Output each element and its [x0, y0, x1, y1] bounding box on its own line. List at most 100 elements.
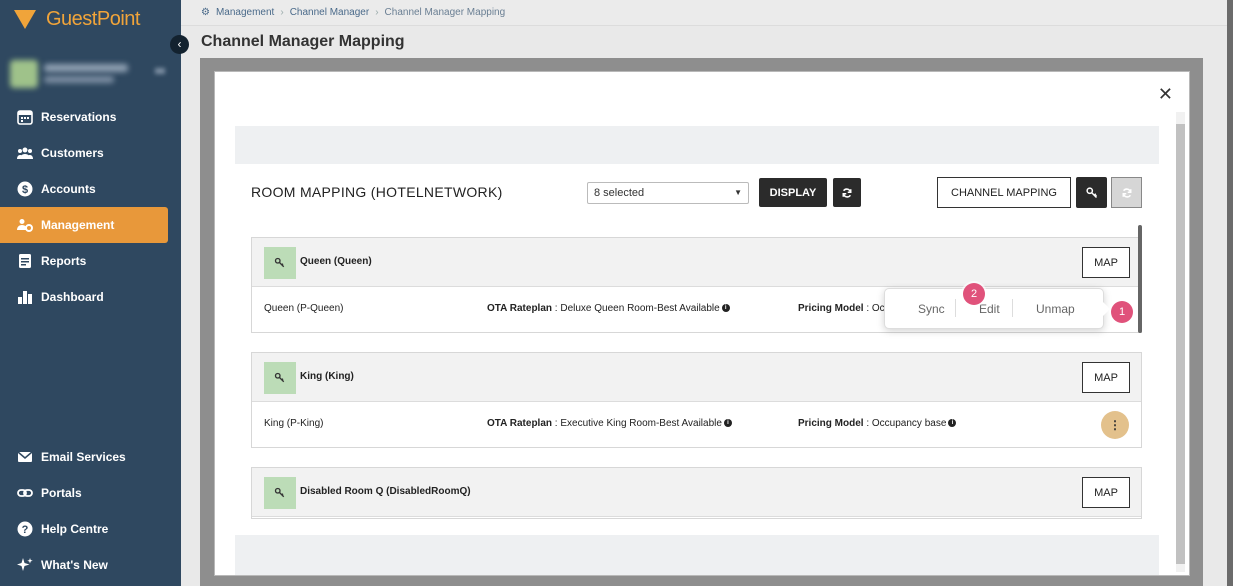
room-mapping-title: ROOM MAPPING (HOTELNETWORK) — [251, 184, 503, 200]
more-options-button[interactable]: ⋮ — [1101, 411, 1129, 439]
sidebar-item-label: Dashboard — [41, 290, 104, 304]
refresh-icon — [842, 187, 852, 198]
sidebar-item-label: Reservations — [41, 110, 117, 124]
close-icon[interactable]: ✕ — [1158, 84, 1173, 105]
sidebar: GuestPoint Reservations Customers $ Acco… — [0, 0, 181, 586]
user-name-blurred — [44, 64, 128, 72]
sidebar-item-whats-new[interactable]: What's New — [0, 547, 181, 583]
sidebar-item-customers[interactable]: Customers — [0, 135, 181, 171]
room-card: King (King) MAP King (P-King) OTA Ratepl… — [251, 352, 1142, 448]
map-button[interactable]: MAP — [1082, 362, 1130, 393]
room-name: Queen (Queen) — [300, 256, 372, 267]
sidebar-item-label: Email Services — [41, 450, 126, 464]
svg-text:?: ? — [22, 524, 29, 536]
refresh-button[interactable] — [833, 178, 861, 207]
kebab-icon: ⋮ — [1109, 418, 1121, 432]
unmap-option[interactable]: Unmap — [1036, 302, 1075, 316]
modal-scrollbar-thumb[interactable] — [1176, 124, 1185, 564]
main-content: ⚙ Management › Channel Manager › Channel… — [181, 0, 1233, 586]
avatar — [10, 60, 38, 88]
mail-icon — [16, 448, 34, 466]
breadcrumb-item-management[interactable]: Management — [216, 7, 274, 18]
info-icon[interactable]: i — [721, 304, 730, 313]
sidebar-collapse-button[interactable]: ‹ — [170, 35, 189, 54]
sidebar-item-help-centre[interactable]: ? Help Centre — [0, 511, 181, 547]
select-value: 8 selected — [594, 187, 645, 199]
list-scrollbar[interactable] — [1138, 225, 1142, 333]
info-icon[interactable]: i — [948, 419, 957, 428]
pricing-model: Pricing Model : Occupancy base i — [798, 418, 957, 429]
popover-arrow — [1103, 302, 1110, 316]
map-button[interactable]: MAP — [1082, 477, 1130, 508]
room-header: King (King) MAP — [252, 353, 1141, 402]
key-icon — [264, 362, 296, 394]
mapping-modal: ✕ ROOM MAPPING (HOTELNETWORK) 8 selected… — [214, 71, 1190, 576]
info-icon[interactable]: i — [723, 419, 732, 428]
room-name: Disabled Room Q (DisabledRoomQ) — [300, 486, 471, 497]
sidebar-item-dashboard[interactable]: Dashboard — [0, 279, 181, 315]
sidebar-item-label: Customers — [41, 146, 104, 160]
document-icon — [16, 252, 34, 270]
chevron-right-icon: › — [375, 7, 379, 18]
users-gear-icon: ⚙ — [201, 7, 210, 18]
rate-name: Queen (P-Queen) — [264, 303, 344, 314]
dollar-icon: $ — [16, 180, 34, 198]
sidebar-item-label: Reports — [41, 254, 87, 268]
pricing-model: Pricing Model : Oc — [798, 303, 885, 314]
user-profile[interactable] — [10, 58, 170, 90]
sync-option[interactable]: Sync — [918, 302, 945, 316]
edit-option[interactable]: Edit — [979, 302, 1000, 316]
users-gear-icon — [16, 216, 34, 234]
calendar-icon — [16, 108, 34, 126]
room-header: Disabled Room Q (DisabledRoomQ) MAP — [252, 468, 1141, 517]
room-header: Queen (Queen) MAP — [252, 238, 1141, 287]
caret-down-icon: ▼ — [734, 188, 742, 197]
svg-text:$: $ — [22, 184, 28, 196]
breadcrumb-item-current: Channel Manager Mapping — [384, 7, 506, 18]
room-name: King (King) — [300, 371, 354, 382]
key-icon — [1085, 186, 1097, 198]
divider — [955, 299, 956, 317]
chevron-left-icon: ‹ — [177, 37, 182, 51]
window-edge — [1227, 0, 1233, 586]
brand-logo[interactable]: GuestPoint — [14, 8, 140, 31]
sidebar-item-label: Portals — [41, 486, 82, 500]
bar-chart-icon — [16, 288, 34, 306]
key-icon — [264, 477, 296, 509]
ota-rateplan: OTA Rateplan : Executive King Room-Best … — [487, 418, 732, 429]
sidebar-bottom-nav: Email Services Portals ? Help Centre Wha… — [0, 439, 181, 583]
link-icon — [16, 484, 34, 502]
sidebar-item-portals[interactable]: Portals — [0, 475, 181, 511]
refresh-icon — [1122, 187, 1131, 198]
sidebar-item-accounts[interactable]: $ Accounts — [0, 171, 181, 207]
key-icon — [264, 247, 296, 279]
user-subtitle-blurred — [44, 76, 114, 83]
room-filter-select[interactable]: 8 selected ▼ — [587, 182, 749, 204]
footer-band — [235, 535, 1159, 575]
header-band — [235, 126, 1159, 164]
sidebar-item-email-services[interactable]: Email Services — [0, 439, 181, 475]
rate-name: King (P-King) — [264, 418, 324, 429]
ota-rateplan: OTA Rateplan : Deluxe Queen Room-Best Av… — [487, 303, 730, 314]
display-button[interactable]: DISPLAY — [759, 178, 827, 207]
chevron-down-icon — [155, 68, 165, 74]
key-button[interactable] — [1076, 177, 1107, 208]
sidebar-item-label: Management — [41, 218, 115, 232]
sidebar-item-reports[interactable]: Reports — [0, 243, 181, 279]
chevron-right-icon: › — [280, 7, 284, 18]
help-icon: ? — [16, 520, 34, 538]
page-title: Channel Manager Mapping — [201, 33, 405, 50]
sidebar-item-label: Help Centre — [41, 522, 109, 536]
sidebar-item-label: Accounts — [41, 182, 96, 196]
row-action-menu: Sync Edit Unmap — [884, 288, 1110, 329]
divider — [1012, 299, 1013, 317]
sidebar-item-label: What's New — [41, 558, 108, 572]
sidebar-item-management[interactable]: Management — [0, 207, 168, 243]
logo-triangle-icon — [14, 10, 36, 29]
step-badge-1: 1 — [1111, 301, 1133, 323]
map-button[interactable]: MAP — [1082, 247, 1130, 278]
step-badge-2: 2 — [963, 283, 985, 305]
breadcrumb-item-channel-manager[interactable]: Channel Manager — [290, 7, 370, 18]
channel-mapping-button[interactable]: CHANNEL MAPPING — [937, 177, 1071, 208]
sidebar-item-reservations[interactable]: Reservations — [0, 99, 181, 135]
